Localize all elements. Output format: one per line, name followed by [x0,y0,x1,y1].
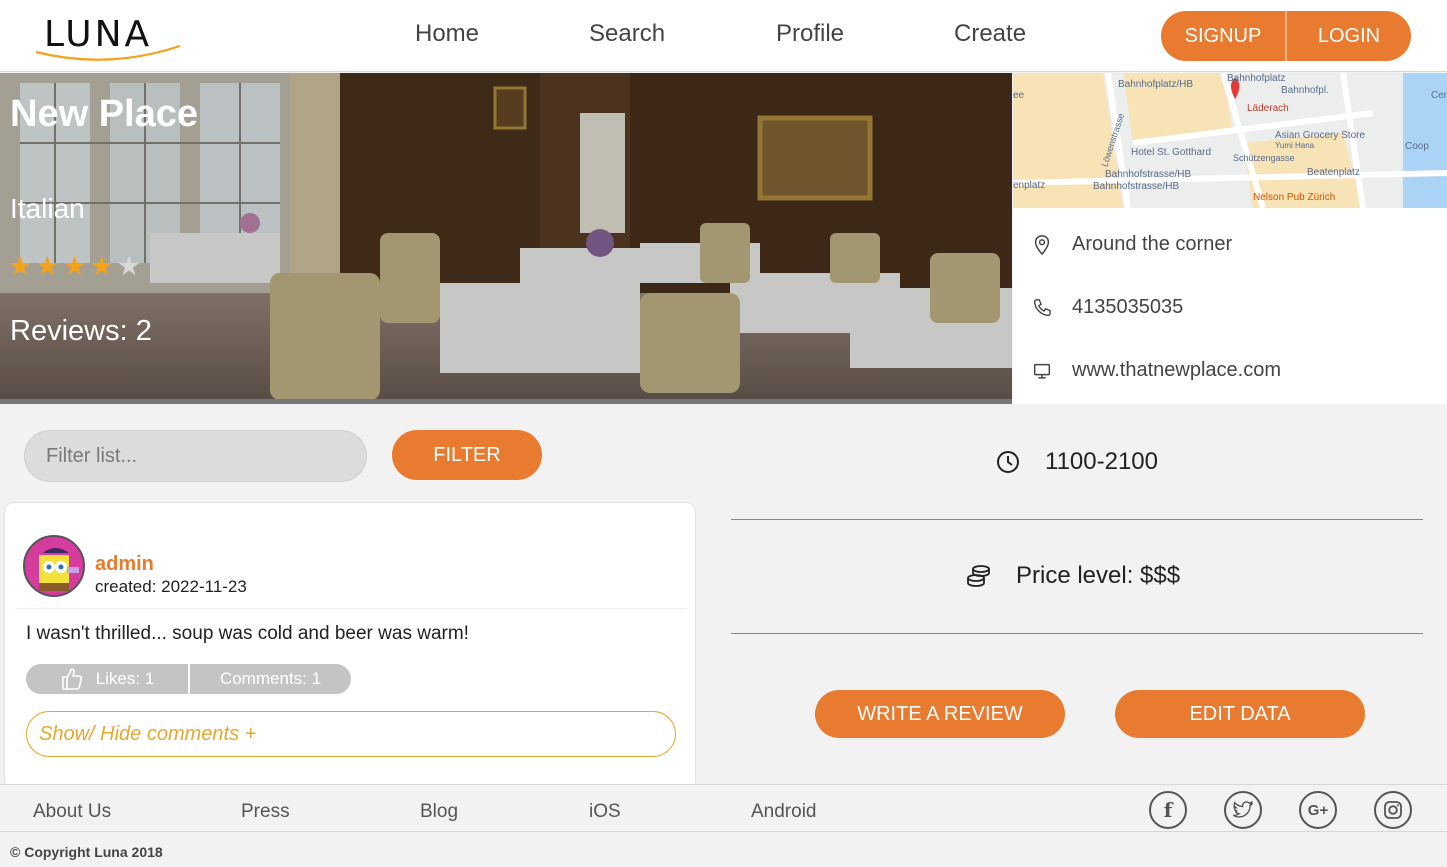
phone-row: 4135035035 [1031,296,1183,319]
monitor-icon [1033,363,1051,379]
rating-stars: ★★★★★ [8,251,144,282]
instagram-icon[interactable]: ig [1374,791,1412,829]
footer-link-press[interactable]: Press [241,801,290,823]
divider [731,519,1423,520]
star-empty-icon: ★ [116,251,145,281]
opening-hours: 1100-2100 [995,448,1158,476]
review-created-date: created: 2022-11-23 [95,577,247,596]
login-button[interactable]: LOGIN [1287,11,1411,61]
nav-search[interactable]: Search [589,20,665,48]
restaurant-name: New Place [10,93,198,135]
review-text: I wasn't thrilled... soup was cold and b… [26,623,469,644]
map-label: Cen [1431,90,1447,101]
restaurant-cuisine: Italian [10,193,85,224]
location-map[interactable]: Bahnhofplatz/HB Bahnhofplatz Bahnhofpl. … [1013,73,1447,208]
twitter-bird-icon [1233,801,1253,818]
star-filled-icon: ★ [62,251,90,281]
card-divider [15,608,687,609]
thumbs-up-icon [61,668,82,690]
clock-icon [997,451,1019,473]
facebook-icon[interactable]: f [1149,791,1187,829]
filter-button[interactable]: FILTER [392,430,542,480]
header: LUNA Home Search Profile Create SIGNUP L… [0,0,1447,72]
comments-count: Comments: 1 [219,669,322,688]
website-row: www.thatnewplace.com [1031,359,1281,382]
restaurant-address: Around the corner [1072,233,1233,255]
star-filled-icon: ★ [8,251,36,281]
map-label: Yumi Hana [1275,141,1315,150]
map-label: enplatz [1013,180,1046,191]
like-button[interactable]: Likes: 1 [26,664,188,694]
nav-home[interactable]: Home [415,20,479,48]
copyright-text: © Copyright Luna 2018 [10,844,163,860]
review-username[interactable]: admin [95,553,154,576]
map-label: Bahnhofplatz/HB [1118,79,1194,90]
hours-text: 1100-2100 [1045,448,1158,475]
footer-link-blog[interactable]: Blog [420,801,458,823]
write-review-button[interactable]: WRITE A REVIEW [815,690,1065,738]
twitter-icon[interactable]: t [1224,791,1262,829]
map-label: Asian Grocery Store [1275,130,1366,141]
toggle-comments-button[interactable]: Show/ Hide comments + [26,711,676,757]
map-label: Bahnhofstrasse/HB [1105,169,1192,180]
divider [731,633,1423,634]
reviews-column: FILTER admin created: 2022-11-23 I wasn'… [0,404,706,792]
phone-icon [1033,298,1051,316]
reviews-count: Reviews: 2 [10,315,152,347]
map-label: Schützengasse [1233,153,1295,163]
nav-create[interactable]: Create [954,20,1026,48]
google-plus-glyph: G+ [1307,801,1329,819]
map-label: Bahnhofpl. [1281,85,1329,96]
map-label: Beatenplatz [1307,167,1360,178]
avatar-image [25,537,83,595]
nav-profile[interactable]: Profile [776,20,844,48]
address-row: Around the corner [1031,233,1232,256]
luna-logo[interactable]: LUNA [32,14,184,64]
instagram-camera-icon [1384,801,1402,819]
map-label: Läderach [1247,103,1289,114]
map-label: Bahnhofplatz [1227,73,1286,84]
footer-link-ios[interactable]: iOS [589,801,621,823]
restaurant-hero: New Place Italian ★★★★★ Reviews: 2 [0,73,1012,400]
facebook-glyph: f [1163,798,1173,822]
restaurant-info-panel: Around the corner 4135035035 www.thatnew… [1013,208,1447,404]
logo-text: LUNA [44,14,153,55]
edit-data-button[interactable]: EDIT DATA [1115,690,1365,738]
star-filled-icon: ★ [89,251,117,281]
map-label: Bahnhofstrasse/HB [1093,181,1180,192]
location-pin-icon [1034,234,1050,255]
likes-count: Likes: 1 [95,669,155,688]
map-label: Hotel St. Gotthard [1131,147,1212,158]
avatar[interactable] [23,535,85,597]
footer-link-android[interactable]: Android [751,801,817,823]
map-label: Coop [1405,141,1429,152]
restaurant-phone[interactable]: 4135035035 [1072,296,1183,319]
price-level: Price level: $$$ [966,562,1180,590]
signup-button[interactable]: SIGNUP [1161,11,1285,61]
details-column: 1100-2100 Price level: $$$ WRITE A REVIE… [706,404,1447,784]
map-label: ee [1013,90,1025,101]
map-streets [1013,73,1447,208]
auth-button-group: SIGNUP LOGIN [1161,11,1411,61]
filter-input[interactable] [24,430,367,482]
star-filled-icon: ★ [35,251,63,281]
map-label: Nelson Pub Zürich [1253,192,1336,203]
review-card: admin created: 2022-11-23 I wasn't thril… [4,502,696,792]
google-plus-icon[interactable]: G+ [1299,791,1337,829]
comments-button[interactable]: Comments: 1 [190,664,351,694]
price-level-text: Price level: $$$ [1016,562,1181,589]
footer-link-about[interactable]: About Us [33,801,111,823]
coins-icon [967,565,990,587]
review-reactions: Likes: 1 Comments: 1 [26,664,351,694]
restaurant-website[interactable]: www.thatnewplace.com [1072,359,1281,382]
footer: About Us Press Blog iOS Android f t G+ i… [0,784,1447,832]
